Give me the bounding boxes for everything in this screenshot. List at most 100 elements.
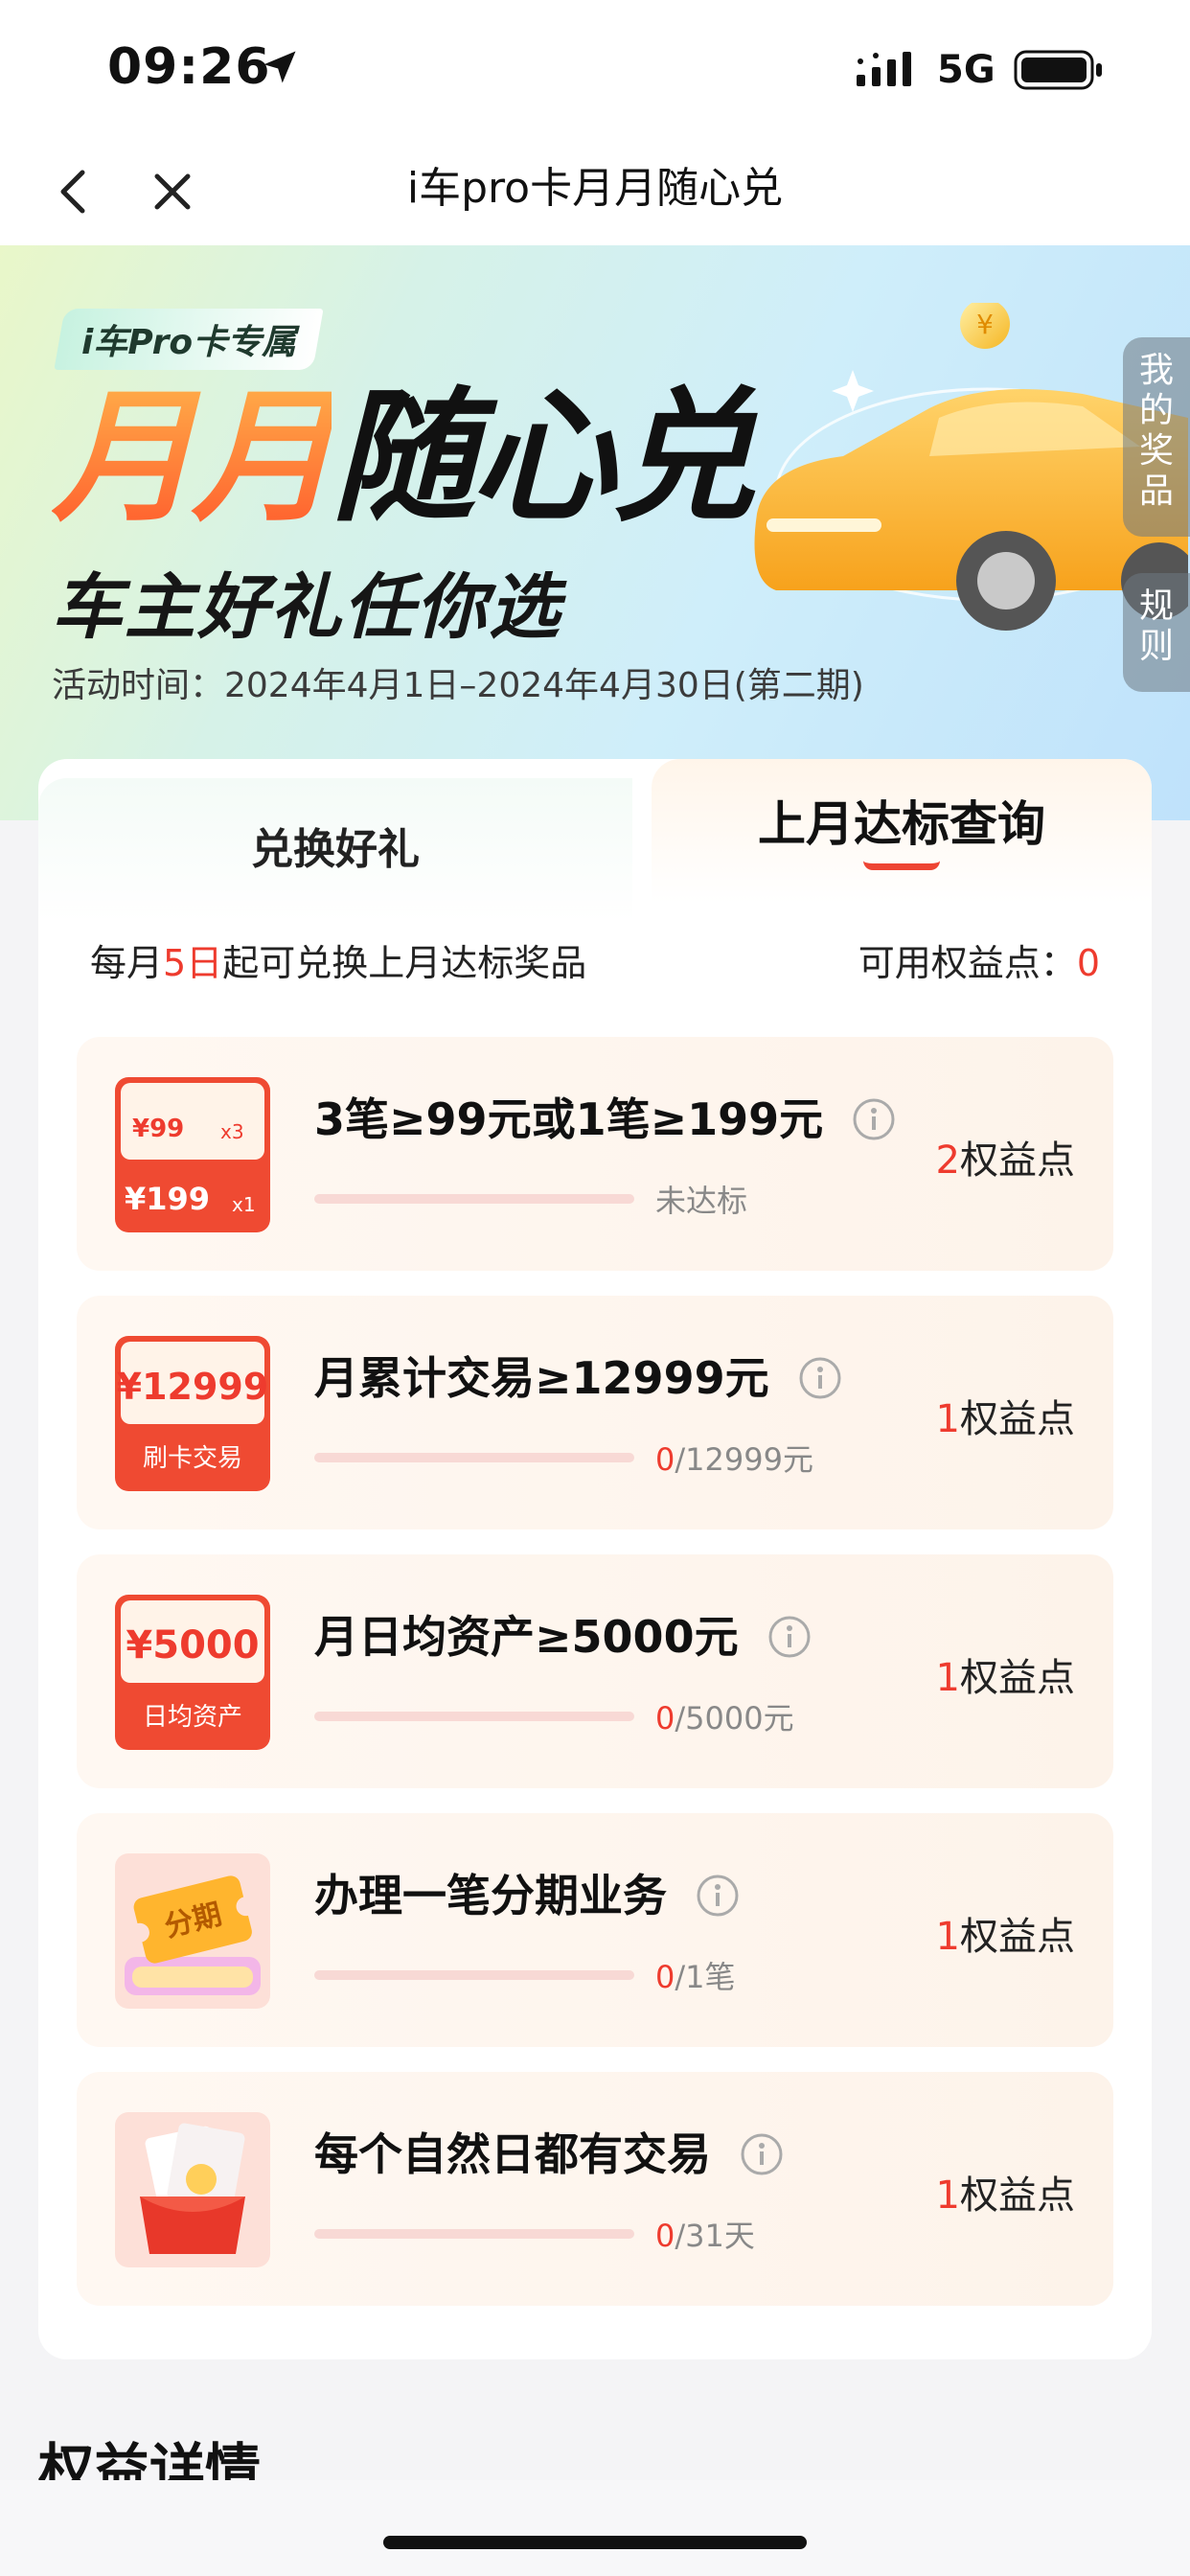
tab-last-month-query[interactable]: 上月达标查询 [652, 759, 1152, 903]
available-points-label: 可用权益点： [858, 942, 1077, 984]
task-title: 月日均资产≥5000元 [314, 1602, 812, 1666]
task-title: 3笔≥99元或1笔≥199元 [314, 1085, 896, 1148]
active-tab-indicator [863, 861, 940, 870]
daily-assets-5000-icon: ¥5000 日均资产 [115, 1595, 270, 1750]
task-item: 每个自然日都有交易 0/31天 1权益点 [77, 2072, 1113, 2306]
task-points: 1权益点 [936, 1646, 1075, 1702]
task-points-unit: 权益点 [960, 2174, 1075, 2218]
progress-bar [314, 1970, 634, 1980]
progress-bar [314, 2229, 634, 2239]
redeem-hint: 每月5日起可兑换上月达标奖品 [90, 933, 586, 986]
icon-bottom-mult: x1 [232, 1193, 256, 1216]
progress-status: 0/1笔 [655, 1953, 736, 1997]
task-points-number: 1 [935, 1397, 960, 1441]
task-item: ¥12999 刷卡交易 月累计交易≥12999元 0/12999元 1权益点 [77, 1296, 1113, 1530]
status-time: 09:26 [107, 38, 271, 96]
signal-bars-icon [857, 52, 911, 86]
progress-total: /1笔 [675, 1959, 736, 1995]
progress-bar [314, 1712, 634, 1721]
hero-title-colored: 月月 [52, 375, 335, 541]
task-points-unit: 权益点 [960, 1656, 1075, 1700]
info-icon[interactable] [798, 1356, 842, 1400]
available-points-value: 0 [1076, 942, 1100, 984]
progress-total: /5000元 [675, 1700, 794, 1736]
status-bar: 09:26 5G [0, 0, 1190, 142]
main-card: 兑换好礼 上月达标查询 每月5日起可兑换上月达标奖品 可用权益点：0 ¥99 x… [38, 759, 1152, 2359]
network-label: 5G [937, 48, 995, 92]
hero-subtitle: 车主好礼任你选 [52, 566, 561, 649]
task-points: 2权益点 [936, 1129, 1075, 1184]
progress-bar [314, 1194, 634, 1204]
progress-total: /31天 [675, 2218, 755, 2254]
task-title-text: 3笔≥99元或1笔≥199元 [314, 1093, 824, 1145]
task-title: 办理一笔分期业务 [314, 1861, 740, 1924]
tab-last-month-query-label: 上月达标查询 [758, 796, 1045, 852]
yellow-car-icon: ¥ [754, 303, 1188, 631]
rules-tab[interactable]: 规则 [1123, 573, 1190, 692]
progress-status: 0/5000元 [655, 1694, 794, 1738]
card-transaction-12999-icon: ¥12999 刷卡交易 [115, 1336, 270, 1491]
task-title-text: 月累计交易≥12999元 [314, 1352, 769, 1404]
progress-status: 0/31天 [655, 2212, 755, 2256]
navigation-bar: i车pro卡月月随心兑 [0, 142, 1190, 245]
task-item: ¥5000 日均资产 月日均资产≥5000元 0/5000元 1权益点 [77, 1554, 1113, 1788]
progress-current: 0 [655, 1441, 675, 1478]
location-arrow-icon [263, 51, 296, 83]
info-icon[interactable] [696, 1874, 740, 1918]
progress-total: /12999元 [675, 1441, 813, 1478]
svg-text:¥: ¥ [976, 309, 994, 340]
page-title: i车pro卡月月随心兑 [406, 164, 784, 213]
progress-status: 未达标 [655, 1183, 748, 1219]
exclusive-badge: i车Pro卡专属 [54, 309, 324, 370]
redeem-hint-pre: 每月 [90, 942, 164, 984]
task-points-unit: 权益点 [960, 1915, 1075, 1959]
hero-banner: i车Pro卡专属 月月随心兑 车主好礼任你选 活动时间：2024年4月1日–20… [0, 245, 1190, 820]
task-title-text: 月日均资产≥5000元 [314, 1611, 739, 1663]
progress-current: 0 [655, 1959, 675, 1995]
info-icon[interactable] [740, 2132, 784, 2176]
progress-current: 0 [655, 1700, 675, 1736]
my-prizes-tab[interactable]: 我的奖品 [1123, 337, 1190, 537]
installment-ticket-icon: 分期 [115, 1853, 270, 2009]
icon-bottom-amount: ¥199 [125, 1181, 210, 1217]
info-icon[interactable] [852, 1097, 896, 1141]
task-points-unit: 权益点 [960, 1138, 1075, 1183]
tab-redeem-gifts[interactable]: 兑换好礼 [38, 778, 632, 922]
home-indicator[interactable] [383, 2536, 807, 2549]
task-item: 分期 办理一笔分期业务 0/1笔 1权益点 [77, 1813, 1113, 2047]
redeem-hint-day: 5日 [163, 942, 223, 984]
hero-title: 月月随心兑 [52, 380, 755, 538]
task-title-text: 每个自然日都有交易 [314, 2128, 711, 2180]
icon-top-amount: ¥99 [132, 1115, 184, 1143]
icon-label: 刷卡交易 [143, 1444, 242, 1473]
task-points: 1权益点 [936, 1388, 1075, 1443]
progress-current: 0 [655, 2218, 675, 2254]
icon-label: 日均资产 [143, 1703, 242, 1732]
info-icon[interactable] [767, 1615, 812, 1659]
task-points-unit: 权益点 [960, 1397, 1075, 1441]
task-points-number: 1 [935, 1915, 960, 1959]
task-item: ¥99 x3 ¥199 x1 3笔≥99元或1笔≥199元 未达标 2权益点 [77, 1037, 1113, 1271]
available-points: 可用权益点：0 [858, 933, 1100, 986]
progress-bar [314, 1453, 634, 1462]
task-points: 1权益点 [936, 2164, 1075, 2220]
hero-title-dark: 随心兑 [332, 375, 755, 541]
tab-bar: 兑换好礼 上月达标查询 [38, 759, 1152, 922]
tab-redeem-gifts-label: 兑换好礼 [251, 825, 420, 874]
task-points: 1权益点 [936, 1905, 1075, 1961]
task-points-number: 2 [935, 1138, 960, 1183]
task-points-number: 1 [935, 1656, 960, 1700]
task-title: 月累计交易≥12999元 [314, 1344, 842, 1407]
task-title: 每个自然日都有交易 [314, 2120, 784, 2183]
progress-status: 0/12999元 [655, 1436, 813, 1480]
battery-icon [1014, 50, 1102, 90]
icon-top-mult: x3 [220, 1120, 244, 1143]
exclusive-badge-label: i车Pro卡专属 [80, 323, 297, 362]
redeem-hint-post: 起可兑换上月达标奖品 [222, 942, 587, 984]
bottom-safe-area [0, 2480, 1190, 2576]
info-row: 每月5日起可兑换上月达标奖品 可用权益点：0 [90, 933, 1100, 991]
yuan-99-x3-199-x1-icon: ¥99 x3 ¥199 x1 [115, 1077, 270, 1232]
task-title-text: 办理一笔分期业务 [314, 1870, 667, 1921]
red-envelope-icon [115, 2112, 270, 2267]
task-points-number: 1 [935, 2174, 960, 2218]
